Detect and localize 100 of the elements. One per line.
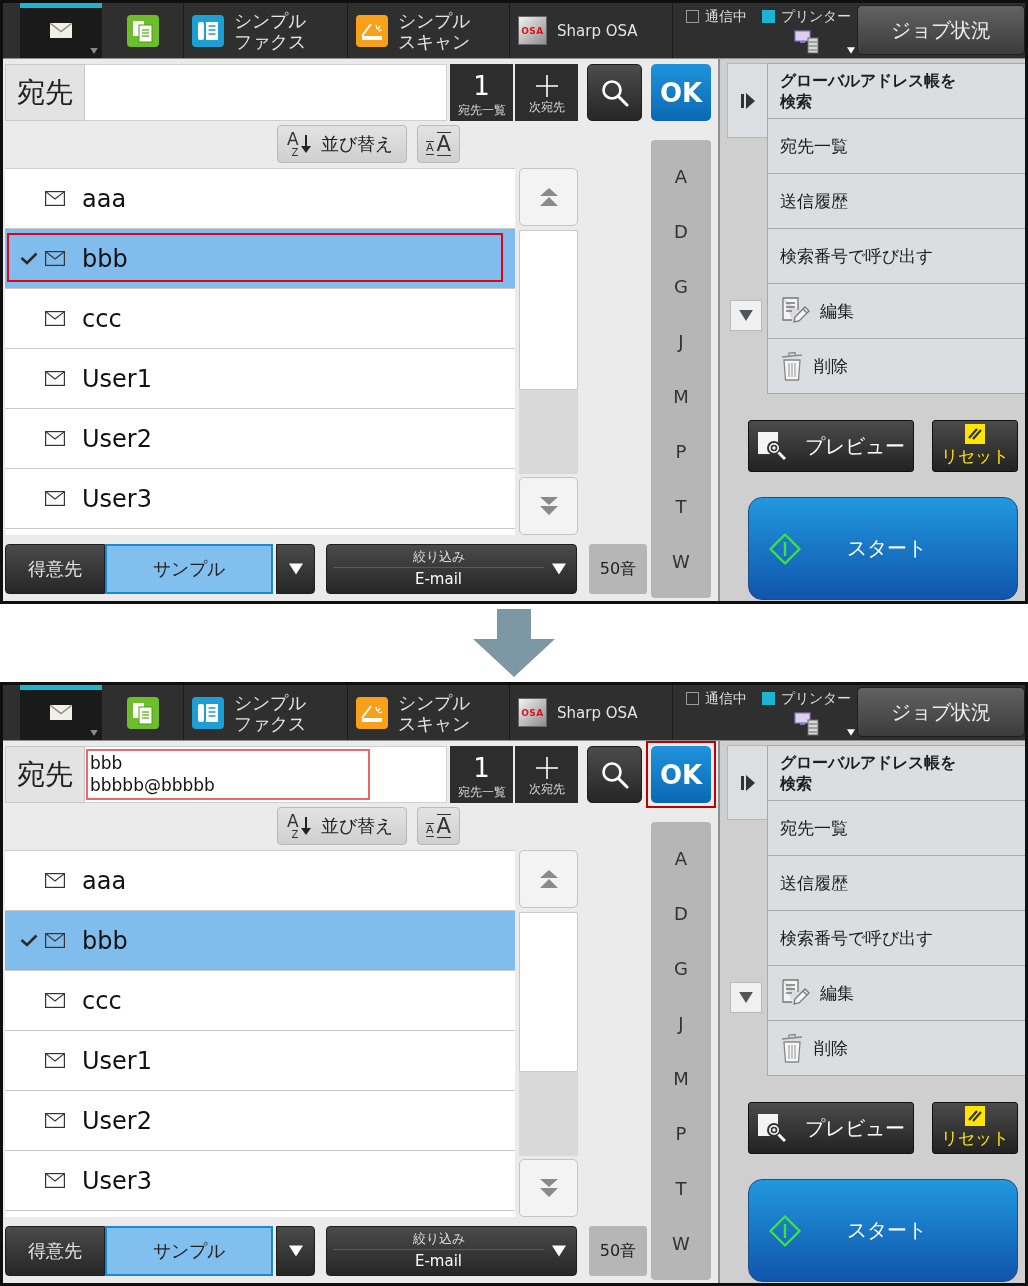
ok-button[interactable]: OK	[651, 64, 711, 121]
menu-item[interactable]: 削除	[768, 1021, 1025, 1076]
next-destination-button[interactable]: 次宛先	[515, 64, 578, 121]
index-letter[interactable]: T	[651, 479, 711, 534]
kana-index-button[interactable]: 50音	[589, 1226, 647, 1276]
start-button[interactable]: スタート	[748, 1179, 1018, 1282]
destination-count-button[interactable]: 1 宛先一覧	[450, 746, 513, 803]
scroll-thumb[interactable]	[519, 230, 578, 390]
index-letter[interactable]: J	[651, 314, 711, 369]
scroll-thumb[interactable]	[519, 912, 578, 1072]
caret-icon	[552, 563, 566, 575]
font-size-button[interactable]: A A	[417, 125, 460, 163]
index-letter[interactable]: M	[651, 1051, 711, 1106]
expand-panel-button[interactable]	[727, 63, 767, 138]
printer-select-button[interactable]	[794, 712, 855, 736]
index-letter[interactable]: D	[651, 204, 711, 259]
ok-button[interactable]: OK	[651, 746, 711, 803]
reset-button[interactable]: リセット	[932, 420, 1018, 472]
envelope-icon	[45, 993, 65, 1008]
group-dropdown-button[interactable]	[276, 1226, 315, 1276]
menu-item[interactable]: 送信履歴	[768, 174, 1025, 229]
envelope-icon	[45, 311, 65, 326]
scroll-track[interactable]	[519, 912, 578, 1156]
index-letter[interactable]: G	[651, 941, 711, 996]
menu-item[interactable]: 宛先一覧	[768, 801, 1025, 856]
check-icon	[20, 252, 38, 265]
mode-tab[interactable]: OSA Sharp OSA	[510, 685, 673, 740]
address-name: User2	[82, 1106, 152, 1135]
start-button[interactable]: スタート	[748, 497, 1018, 600]
expand-panel-button[interactable]	[727, 745, 767, 820]
search-button[interactable]	[587, 746, 642, 803]
index-letter[interactable]: W	[651, 534, 711, 589]
menu-item[interactable]: 編集	[768, 966, 1025, 1021]
preview-button[interactable]: プレビュー	[748, 420, 914, 472]
index-letter[interactable]: D	[651, 886, 711, 941]
sort-button[interactable]: A Z 並び替え	[277, 807, 407, 845]
destination-count-button[interactable]: 1 宛先一覧	[450, 64, 513, 121]
scroll-to-top-button[interactable]	[519, 168, 578, 226]
index-letter[interactable]: M	[651, 369, 711, 424]
menu-item[interactable]: 宛先一覧	[768, 119, 1025, 174]
mode-tab[interactable]: シンプル スキャン	[348, 685, 510, 740]
group-tab[interactable]: サンプル	[105, 544, 273, 594]
filter-dropdown[interactable]: 絞り込み E-mail	[326, 544, 577, 594]
group-tab[interactable]: サンプル	[105, 1226, 273, 1276]
font-size-button[interactable]: A A	[417, 807, 460, 845]
destination-field[interactable]	[85, 64, 447, 121]
group-dropdown-button[interactable]	[276, 544, 315, 594]
mode-tab[interactable]: OSA Sharp OSA	[510, 3, 673, 58]
double-down-arrow-icon	[539, 497, 558, 515]
scroll-to-bottom-button[interactable]	[519, 1159, 578, 1217]
address-row[interactable]: bbb	[5, 229, 515, 289]
next-destination-button[interactable]: 次宛先	[515, 746, 578, 803]
menu-item[interactable]: 検索番号で呼び出す	[768, 229, 1025, 284]
scroll-down-button[interactable]	[730, 982, 762, 1013]
mode-tab[interactable]	[20, 3, 102, 58]
index-letter[interactable]: T	[651, 1161, 711, 1216]
printer-select-button[interactable]	[794, 30, 855, 54]
search-button[interactable]	[587, 64, 642, 121]
address-name: aaa	[82, 184, 127, 213]
scroll-to-bottom-button[interactable]	[519, 477, 578, 535]
status-label: プリンター	[781, 8, 851, 24]
destination-field[interactable]: bbb bbbbb@bbbbb	[85, 746, 447, 803]
mode-tab[interactable]	[20, 685, 102, 740]
address-name: bbb	[82, 244, 128, 273]
index-letter[interactable]: P	[651, 1106, 711, 1161]
mode-tab[interactable]: シンプル スキャン	[348, 3, 510, 58]
envelope-icon	[45, 873, 65, 888]
menu-item[interactable]: 削除	[768, 339, 1025, 394]
menu-item[interactable]: 編集	[768, 284, 1025, 339]
sort-button[interactable]: A Z 並び替え	[277, 125, 407, 163]
scroll-to-top-button[interactable]	[519, 850, 578, 908]
mode-tab[interactable]: シンプル ファクス	[184, 685, 348, 740]
mode-tab[interactable]: シンプル ファクス	[184, 3, 348, 58]
menu-item[interactable]: 送信履歴	[768, 856, 1025, 911]
reset-icon	[965, 424, 985, 444]
index-letter[interactable]: A	[651, 831, 711, 886]
menu-item[interactable]: 検索番号で呼び出す	[768, 911, 1025, 966]
kana-index-button[interactable]: 50音	[589, 544, 647, 594]
group-tab[interactable]: 得意先	[5, 1226, 105, 1276]
index-letter[interactable]: W	[651, 1216, 711, 1271]
index-letter[interactable]: J	[651, 996, 711, 1051]
group-tab[interactable]: 得意先	[5, 544, 105, 594]
job-status-button[interactable]: ジョブ状況	[857, 5, 1025, 55]
address-row[interactable]: bbb	[5, 911, 515, 971]
job-status-button[interactable]: ジョブ状況	[857, 687, 1025, 737]
menu-item[interactable]: グローバルアドレス帳を 検索	[768, 64, 1025, 119]
scroll-track[interactable]	[519, 230, 578, 474]
scanner-icon	[356, 14, 388, 47]
caret-icon	[847, 47, 855, 54]
menu-item[interactable]: グローバルアドレス帳を 検索	[768, 746, 1025, 801]
filter-dropdown[interactable]: 絞り込み E-mail	[326, 1226, 577, 1276]
caret-icon	[288, 1245, 303, 1257]
reset-button[interactable]: リセット	[932, 1102, 1018, 1154]
index-letter[interactable]: P	[651, 424, 711, 479]
index-letter[interactable]: A	[651, 149, 711, 204]
scroll-down-button[interactable]	[730, 300, 762, 331]
scanner-icon	[356, 696, 388, 729]
envelope-icon	[45, 371, 65, 386]
preview-button[interactable]: プレビュー	[748, 1102, 914, 1154]
index-letter[interactable]: G	[651, 259, 711, 314]
